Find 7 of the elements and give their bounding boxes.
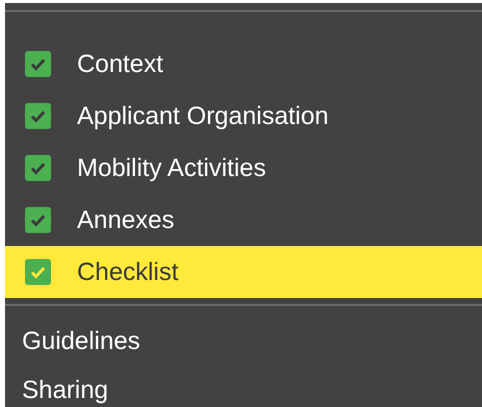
section-item[interactable]: Context [5,38,482,90]
section-item[interactable]: Annexes [5,194,482,246]
section-item[interactable]: Checklist [5,246,482,298]
menu-link[interactable]: Guidelines [5,326,140,356]
section-item[interactable]: Mobility Activities [5,142,482,194]
menu-link[interactable]: Sharing [5,375,108,405]
section-item[interactable]: Applicant Organisation [5,90,482,142]
